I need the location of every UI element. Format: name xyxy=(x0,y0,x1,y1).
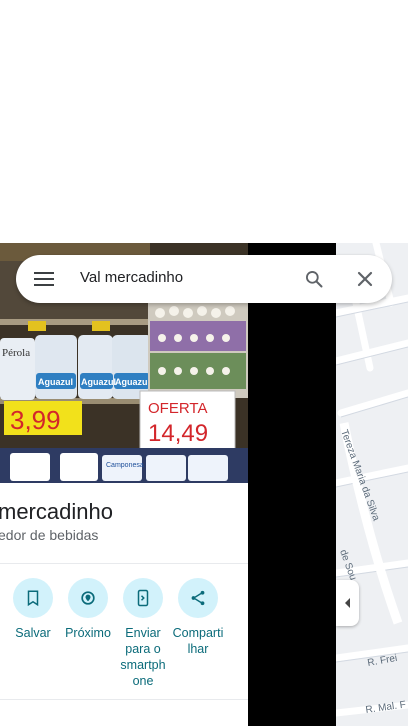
place-category: edor de bebidas xyxy=(0,527,99,543)
bag-brand-1: Pérola xyxy=(2,347,30,359)
nearby-icon xyxy=(68,578,108,618)
bag-brand-3: Aguazul xyxy=(81,377,116,387)
offer-sign-title: OFERTA xyxy=(148,400,207,417)
save-label: Salvar xyxy=(15,626,51,640)
black-bar xyxy=(248,243,336,726)
share-label: Comparti lhar xyxy=(172,626,224,656)
chevron-left-icon xyxy=(344,598,350,608)
place-title: mercadinho xyxy=(0,499,113,524)
collapse-panel-button[interactable] xyxy=(336,580,359,626)
menu-icon[interactable] xyxy=(30,267,58,291)
send-to-phone-label: Enviar para o smartph one xyxy=(120,626,166,688)
search-bar[interactable]: Val mercadinho xyxy=(16,255,392,303)
bag-brand-4: Aguazul xyxy=(115,377,150,387)
bag-brand-2: Aguazul xyxy=(38,377,73,387)
search-icon[interactable] xyxy=(300,267,328,291)
divider xyxy=(0,699,248,700)
save-button[interactable]: Salvar xyxy=(5,578,61,641)
blank-area xyxy=(0,0,408,243)
share-icon xyxy=(178,578,218,618)
price-sign: 3,99 xyxy=(10,405,61,435)
nearby-button[interactable]: Próximo xyxy=(60,578,116,641)
search-input[interactable]: Val mercadinho xyxy=(80,269,183,286)
send-to-phone-icon xyxy=(123,578,163,618)
send-to-phone-button[interactable]: Enviar para o smartph one xyxy=(115,578,171,689)
nearby-label: Próximo xyxy=(65,626,111,640)
offer-sign-price: 14,49 xyxy=(148,420,208,447)
map-area[interactable]: Tereza Maria da Silva de Sou R. Frei R. … xyxy=(336,243,408,726)
divider xyxy=(0,563,248,564)
close-icon[interactable] xyxy=(351,267,379,291)
pack-brand: Camponesa xyxy=(106,462,144,469)
share-button[interactable]: Comparti lhar xyxy=(170,578,226,657)
bookmark-icon xyxy=(13,578,53,618)
place-panel: Pérola Aguazul Aguazul Aguazul 3,99 OFER… xyxy=(0,243,248,726)
